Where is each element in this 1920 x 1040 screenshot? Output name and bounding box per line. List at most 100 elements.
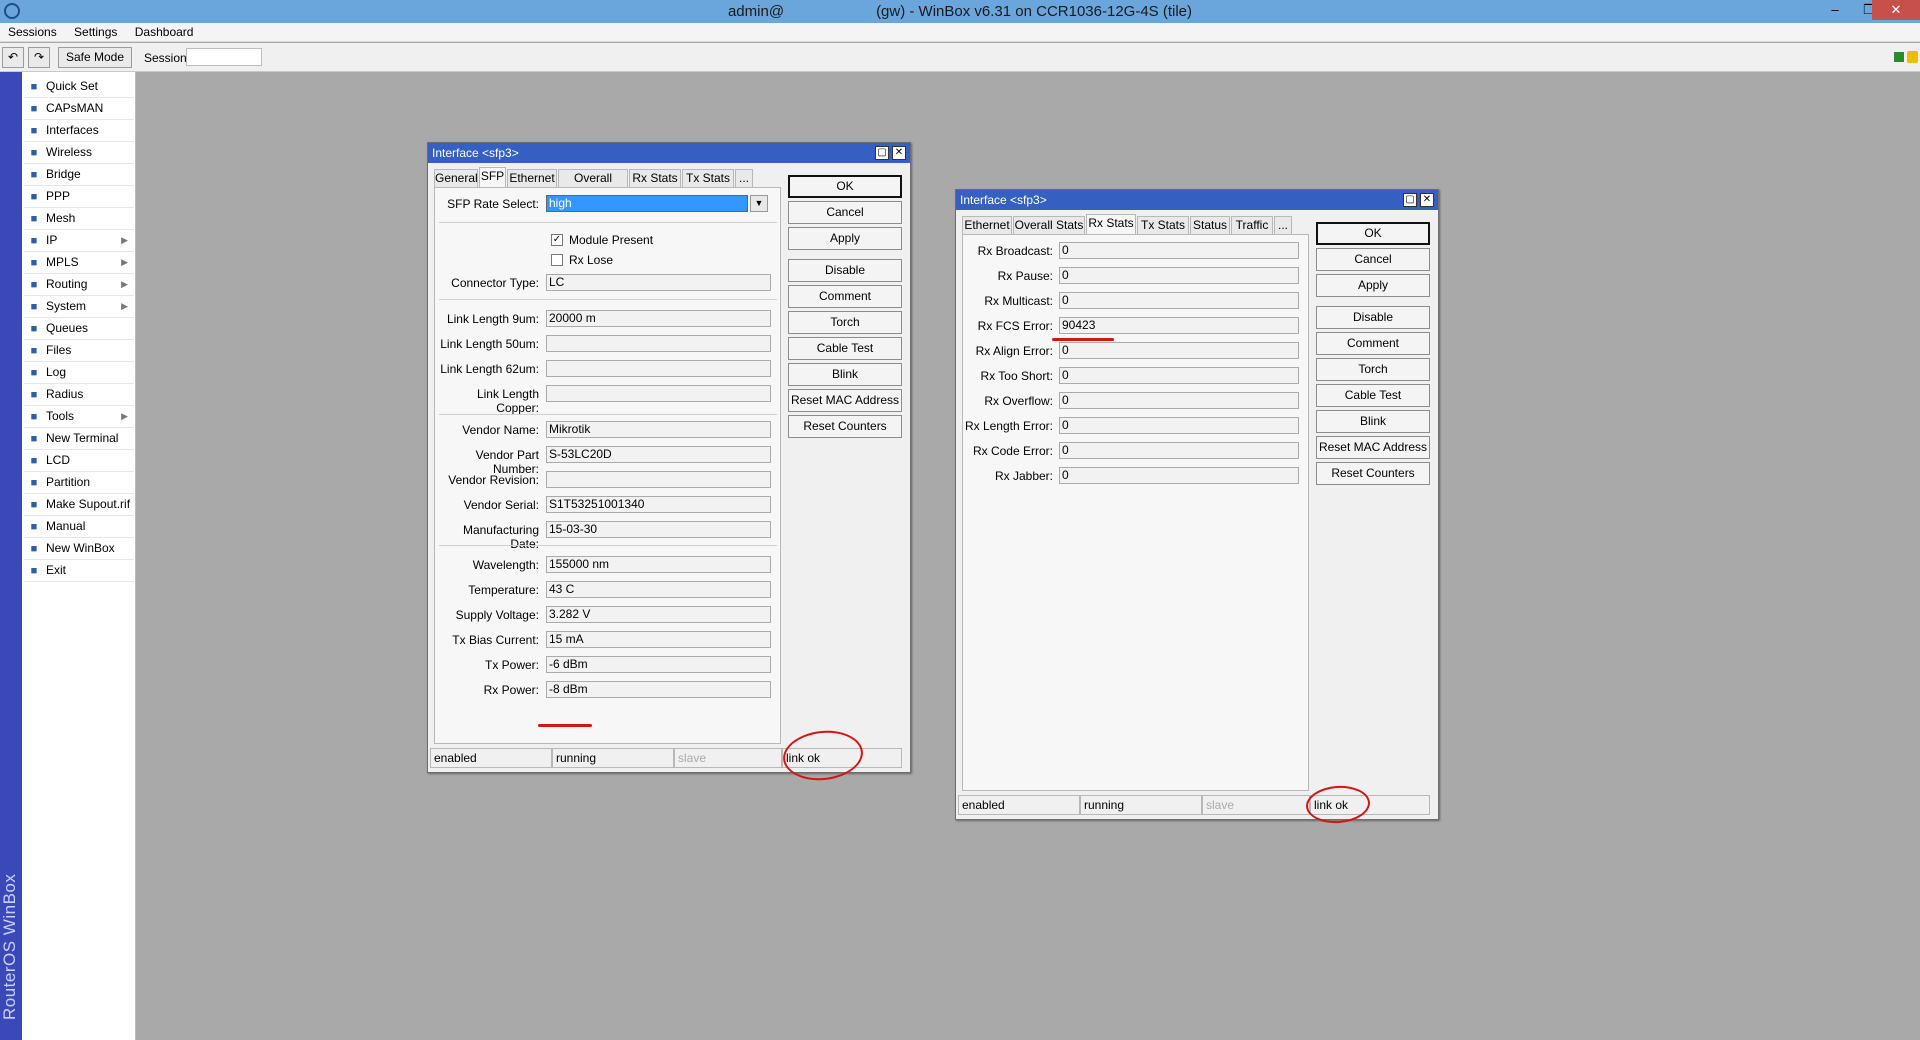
- rx-overflow-field[interactable]: 0: [1059, 392, 1299, 409]
- link-length-62um-field[interactable]: [546, 360, 771, 377]
- minimize-button[interactable]: –: [1818, 0, 1852, 20]
- sidebar-item-capsman[interactable]: ■ CAPsMAN: [24, 98, 134, 120]
- vendor-serial-field[interactable]: S1T53251001340: [546, 496, 771, 513]
- window-title-bar[interactable]: Interface <sfp3>: [956, 190, 1438, 210]
- comment-button[interactable]: Comment: [788, 285, 902, 308]
- cancel-button[interactable]: Cancel: [788, 201, 902, 224]
- tab-traffic[interactable]: Traffic: [1231, 216, 1273, 234]
- tx-power-field[interactable]: -6 dBm: [546, 656, 771, 673]
- sidebar-item-exit[interactable]: ■ Exit: [24, 560, 134, 582]
- sidebar-item-wireless[interactable]: ■ Wireless: [24, 142, 134, 164]
- link-length-copper-field[interactable]: [546, 385, 771, 402]
- sidebar-item-lcd[interactable]: ■ LCD: [24, 450, 134, 472]
- blink-button[interactable]: Blink: [788, 363, 902, 386]
- maximize-window-button[interactable]: ▢: [1403, 193, 1417, 207]
- torch-button[interactable]: Torch: [788, 311, 902, 334]
- link-length-9um-field[interactable]: 20000 m: [546, 310, 771, 327]
- manufacturing-date-field[interactable]: 15-03-30: [546, 521, 771, 538]
- temperature-field[interactable]: 43 C: [546, 581, 771, 598]
- tab-status[interactable]: Status: [1190, 216, 1230, 234]
- rx-align-error-field[interactable]: 0: [1059, 342, 1299, 359]
- sidebar-item-tools[interactable]: ■ Tools ▶: [24, 406, 134, 428]
- chevron-down-icon[interactable]: ▼: [750, 195, 768, 212]
- sidebar-item-ip[interactable]: ■ IP ▶: [24, 230, 134, 252]
- menu-sessions[interactable]: Sessions: [0, 23, 57, 39]
- tab-rx-stats[interactable]: Rx Stats: [629, 169, 681, 187]
- sidebar-item-mesh[interactable]: ■ Mesh: [24, 208, 134, 230]
- rx-fcs-error-field[interactable]: 90423: [1059, 317, 1299, 334]
- rx-length-error-field[interactable]: 0: [1059, 417, 1299, 434]
- sidebar-item-mpls[interactable]: ■ MPLS ▶: [24, 252, 134, 274]
- rx-code-error-field[interactable]: 0: [1059, 442, 1299, 459]
- safe-mode-button[interactable]: Safe Mode: [58, 47, 132, 68]
- rx-power-field[interactable]: -8 dBm: [546, 681, 771, 698]
- ok-button[interactable]: OK: [788, 175, 902, 198]
- tab-tx-stats[interactable]: Tx Stats: [1137, 216, 1189, 234]
- supply-voltage-field[interactable]: 3.282 V: [546, 606, 771, 623]
- redo-button[interactable]: ↷: [28, 47, 50, 68]
- reset-mac-address-button[interactable]: Reset MAC Address: [788, 389, 902, 412]
- tx-bias-current-field[interactable]: 15 mA: [546, 631, 771, 648]
- menu-settings[interactable]: Settings: [66, 23, 117, 39]
- tab-sfp[interactable]: SFP: [479, 167, 506, 187]
- window-title-bar[interactable]: Interface <sfp3>: [428, 143, 910, 163]
- disable-button[interactable]: Disable: [788, 259, 902, 282]
- sidebar-item-radius[interactable]: ■ Radius: [24, 384, 134, 406]
- close-window-button[interactable]: ✕: [1420, 193, 1434, 207]
- cancel-button[interactable]: Cancel: [1316, 248, 1430, 271]
- tab-more[interactable]: ...: [735, 169, 753, 187]
- reset-counters-button[interactable]: Reset Counters: [788, 415, 902, 438]
- undo-button[interactable]: ↶: [2, 47, 24, 68]
- reset-counters-button[interactable]: Reset Counters: [1316, 462, 1430, 485]
- reset-mac-address-button[interactable]: Reset MAC Address: [1316, 436, 1430, 459]
- close-window-button[interactable]: ✕: [892, 146, 906, 160]
- vendor-name-field[interactable]: Mikrotik: [546, 421, 771, 438]
- wavelength-field[interactable]: 155000 nm: [546, 556, 771, 573]
- checkbox-rx-lose[interactable]: [551, 254, 563, 266]
- tab-overall-stats[interactable]: Overall Stats: [1013, 216, 1085, 234]
- rx-too-short-field[interactable]: 0: [1059, 367, 1299, 384]
- sidebar-item-manual[interactable]: ■ Manual: [24, 516, 134, 538]
- tab-tx-stats[interactable]: Tx Stats: [682, 169, 734, 187]
- sidebar-item-log[interactable]: ■ Log: [24, 362, 134, 384]
- sidebar-item-bridge[interactable]: ■ Bridge: [24, 164, 134, 186]
- link-length-50um-field[interactable]: [546, 335, 771, 352]
- tab-more[interactable]: ...: [1274, 216, 1292, 234]
- rx-jabber-field[interactable]: 0: [1059, 467, 1299, 484]
- torch-button[interactable]: Torch: [1316, 358, 1430, 381]
- disable-button[interactable]: Disable: [1316, 306, 1430, 329]
- vendor-revision-field[interactable]: [546, 471, 771, 488]
- tab-rx-stats[interactable]: Rx Stats: [1086, 214, 1136, 234]
- cable-test-button[interactable]: Cable Test: [788, 337, 902, 360]
- sidebar-item-partition[interactable]: ■ Partition: [24, 472, 134, 494]
- tab-overall-stats[interactable]: Overall Stats: [558, 169, 628, 202]
- apply-button[interactable]: Apply: [788, 227, 902, 250]
- rate-select-dropdown[interactable]: high: [546, 195, 748, 212]
- close-button[interactable]: ✕: [1872, 0, 1920, 20]
- sidebar-item-queues[interactable]: ■ Queues: [24, 318, 134, 340]
- sidebar-item-new-terminal[interactable]: ■ New Terminal: [24, 428, 134, 450]
- sidebar-item-interfaces[interactable]: ■ Interfaces: [24, 120, 134, 142]
- session-input[interactable]: [186, 48, 262, 66]
- connector-type-field[interactable]: LC: [546, 274, 771, 291]
- maximize-window-button[interactable]: ▢: [875, 146, 889, 160]
- rx-broadcast-field[interactable]: 0: [1059, 242, 1299, 259]
- rx-pause-field[interactable]: 0: [1059, 267, 1299, 284]
- blink-button[interactable]: Blink: [1316, 410, 1430, 433]
- sidebar-item-system[interactable]: ■ System ▶: [24, 296, 134, 318]
- tab-ethernet[interactable]: Ethernet: [962, 216, 1012, 234]
- apply-button[interactable]: Apply: [1316, 274, 1430, 297]
- sidebar-item-new-winbox[interactable]: ■ New WinBox: [24, 538, 134, 560]
- ok-button[interactable]: OK: [1316, 222, 1430, 245]
- sidebar-item-ppp[interactable]: ■ PPP: [24, 186, 134, 208]
- vendor-part-number-field[interactable]: S-53LC20D: [546, 446, 771, 463]
- tab-ethernet[interactable]: Ethernet: [507, 169, 557, 187]
- rx-multicast-field[interactable]: 0: [1059, 292, 1299, 309]
- tab-general[interactable]: General: [434, 169, 478, 187]
- checkbox-module-present[interactable]: ✓: [551, 234, 563, 246]
- sidebar-item-quick-set[interactable]: ■ Quick Set: [24, 76, 134, 98]
- cable-test-button[interactable]: Cable Test: [1316, 384, 1430, 407]
- menu-dashboard[interactable]: Dashboard: [127, 23, 194, 39]
- sidebar-item-files[interactable]: ■ Files: [24, 340, 134, 362]
- sidebar-item-make-supout-rif[interactable]: ■ Make Supout.rif: [24, 494, 134, 516]
